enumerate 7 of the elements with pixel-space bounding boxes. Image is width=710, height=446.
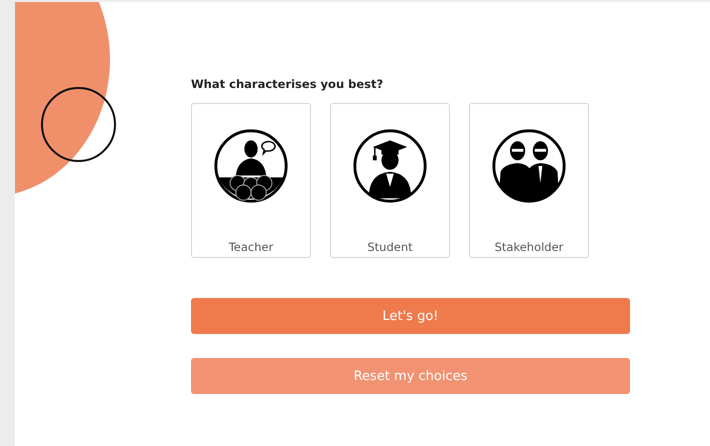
role-card[interactable]: Stakeholder [469, 103, 589, 258]
role-card[interactable]: Student [330, 103, 450, 258]
graduate-icon [352, 128, 428, 204]
teacher-icon [213, 128, 289, 204]
role-card[interactable]: Teacher [191, 103, 311, 258]
businesspeople-icon [491, 128, 567, 204]
question-text: What characterises you best? [191, 77, 384, 91]
